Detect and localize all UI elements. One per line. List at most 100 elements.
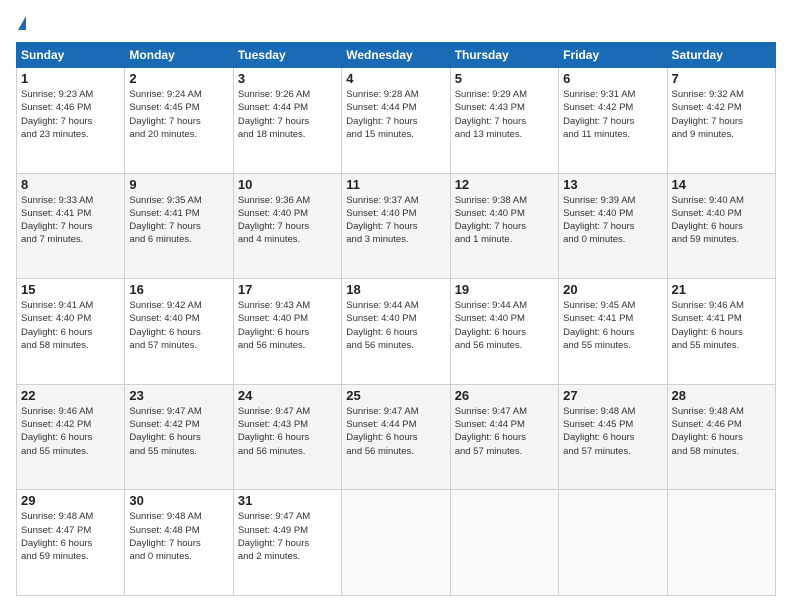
sunset-line: Sunset: 4:43 PM [455,102,525,113]
day-number: 26 [455,388,554,403]
day-info: Sunrise: 9:29 AMSunset: 4:43 PMDaylight:… [455,88,554,141]
daylight-continuation: and 13 minutes. [455,129,523,140]
day-number: 13 [563,177,662,192]
daylight-continuation: and 23 minutes. [21,129,89,140]
sunrise-line: Sunrise: 9:32 AM [672,89,744,100]
calendar-week-4: 22Sunrise: 9:46 AMSunset: 4:42 PMDayligh… [17,384,776,490]
day-number: 17 [238,282,337,297]
sunrise-line: Sunrise: 9:31 AM [563,89,635,100]
day-number: 31 [238,493,337,508]
day-info: Sunrise: 9:44 AMSunset: 4:40 PMDaylight:… [346,299,445,352]
day-info: Sunrise: 9:44 AMSunset: 4:40 PMDaylight:… [455,299,554,352]
calendar-header-thursday: Thursday [450,43,558,68]
calendar-week-2: 8Sunrise: 9:33 AMSunset: 4:41 PMDaylight… [17,173,776,279]
daylight-continuation: and 15 minutes. [346,129,414,140]
calendar-header-saturday: Saturday [667,43,775,68]
sunrise-line: Sunrise: 9:38 AM [455,195,527,206]
sunset-line: Sunset: 4:42 PM [672,102,742,113]
day-number: 2 [129,71,228,86]
logo [16,16,26,32]
daylight-line: Daylight: 7 hours [21,221,92,232]
day-number: 9 [129,177,228,192]
sunset-line: Sunset: 4:41 PM [129,208,199,219]
day-info: Sunrise: 9:23 AMSunset: 4:46 PMDaylight:… [21,88,120,141]
daylight-line: Daylight: 7 hours [672,116,743,127]
sunrise-line: Sunrise: 9:44 AM [455,300,527,311]
sunset-line: Sunset: 4:46 PM [672,419,742,430]
calendar-cell: 23Sunrise: 9:47 AMSunset: 4:42 PMDayligh… [125,384,233,490]
day-info: Sunrise: 9:38 AMSunset: 4:40 PMDaylight:… [455,194,554,247]
calendar-cell: 22Sunrise: 9:46 AMSunset: 4:42 PMDayligh… [17,384,125,490]
day-info: Sunrise: 9:46 AMSunset: 4:41 PMDaylight:… [672,299,771,352]
sunset-line: Sunset: 4:45 PM [563,419,633,430]
day-number: 15 [21,282,120,297]
daylight-line: Daylight: 6 hours [238,432,309,443]
sunrise-line: Sunrise: 9:37 AM [346,195,418,206]
daylight-line: Daylight: 6 hours [21,432,92,443]
daylight-line: Daylight: 6 hours [672,432,743,443]
calendar-cell: 10Sunrise: 9:36 AMSunset: 4:40 PMDayligh… [233,173,341,279]
calendar-header-sunday: Sunday [17,43,125,68]
daylight-continuation: and 0 minutes. [129,551,191,562]
daylight-line: Daylight: 7 hours [129,116,200,127]
calendar-cell: 13 Sunrise: 9:39 AMSunset: 4:40 PMDayligh… [559,173,667,279]
sunset-line: Sunset: 4:42 PM [129,419,199,430]
day-info: Sunrise: 9:37 AMSunset: 4:40 PMDaylight:… [346,194,445,247]
calendar-cell: 27Sunrise: 9:48 AMSunset: 4:45 PMDayligh… [559,384,667,490]
daylight-line: Daylight: 6 hours [129,327,200,338]
sunset-line: Sunset: 4:40 PM [21,313,91,324]
sunrise-line: Sunrise: 9:47 AM [238,511,310,522]
page: SundayMondayTuesdayWednesdayThursdayFrid… [0,0,792,612]
daylight-line: Daylight: 7 hours [455,116,526,127]
daylight-continuation: and 58 minutes. [21,340,89,351]
day-number: 30 [129,493,228,508]
daylight-line: Daylight: 7 hours [129,221,200,232]
daylight-continuation: and 2 minutes. [238,551,300,562]
daylight-line: Daylight: 7 hours [21,116,92,127]
daylight-line: Daylight: 6 hours [563,432,634,443]
sunset-line: Sunset: 4:40 PM [346,208,416,219]
day-info: Sunrise: 9:39 AMSunset: 4:40 PMDaylight:… [563,194,662,247]
sunset-line: Sunset: 4:45 PM [129,102,199,113]
day-info: Sunrise: 9:36 AMSunset: 4:40 PMDaylight:… [238,194,337,247]
daylight-continuation: and 56 minutes. [238,446,306,457]
sunrise-line: Sunrise: 9:40 AM [672,195,744,206]
daylight-continuation: and 56 minutes. [238,340,306,351]
sunset-line: Sunset: 4:40 PM [672,208,742,219]
sunrise-line: Sunrise: 9:23 AM [21,89,93,100]
daylight-line: Daylight: 6 hours [672,221,743,232]
day-number: 14 [672,177,771,192]
calendar-cell: 26Sunrise: 9:47 AMSunset: 4:44 PMDayligh… [450,384,558,490]
calendar-cell [342,490,450,596]
calendar-cell: 4Sunrise: 9:28 AMSunset: 4:44 PMDaylight… [342,68,450,174]
daylight-continuation: and 56 minutes. [455,340,523,351]
daylight-line: Daylight: 6 hours [346,327,417,338]
daylight-continuation: and 0 minutes. [563,234,625,245]
daylight-continuation: and 57 minutes. [455,446,523,457]
sunset-line: Sunset: 4:42 PM [21,419,91,430]
day-info: Sunrise: 9:48 AMSunset: 4:46 PMDaylight:… [672,405,771,458]
calendar-cell: 29Sunrise: 9:48 AMSunset: 4:47 PMDayligh… [17,490,125,596]
sunrise-line: Sunrise: 9:44 AM [346,300,418,311]
daylight-line: Daylight: 6 hours [21,327,92,338]
daylight-line: Daylight: 6 hours [455,327,526,338]
sunset-line: Sunset: 4:40 PM [238,313,308,324]
daylight-continuation: and 18 minutes. [238,129,306,140]
day-number: 11 [346,177,445,192]
sunrise-line: Sunrise: 9:28 AM [346,89,418,100]
day-info: Sunrise: 9:35 AMSunset: 4:41 PMDaylight:… [129,194,228,247]
sunset-line: Sunset: 4:41 PM [21,208,91,219]
calendar-cell: 18Sunrise: 9:44 AMSunset: 4:40 PMDayligh… [342,279,450,385]
calendar-cell: 20Sunrise: 9:45 AMSunset: 4:41 PMDayligh… [559,279,667,385]
calendar: SundayMondayTuesdayWednesdayThursdayFrid… [16,42,776,596]
daylight-line: Daylight: 6 hours [129,432,200,443]
day-info: Sunrise: 9:47 AMSunset: 4:49 PMDaylight:… [238,510,337,563]
sunrise-line: Sunrise: 9:48 AM [563,406,635,417]
day-info: Sunrise: 9:32 AM Sunset: 4:42 PM Daylight:… [672,88,771,141]
sunset-line: Sunset: 4:40 PM [563,208,633,219]
sunrise-line: Sunrise: 9:26 AM [238,89,310,100]
sunset-line: Sunset: 4:44 PM [346,102,416,113]
calendar-week-5: 29Sunrise: 9:48 AMSunset: 4:47 PMDayligh… [17,490,776,596]
daylight-continuation: and 55 minutes. [563,340,631,351]
calendar-cell: 7Sunrise: 9:32 AMSunset: 4:42 PMDaylight… [667,68,775,174]
